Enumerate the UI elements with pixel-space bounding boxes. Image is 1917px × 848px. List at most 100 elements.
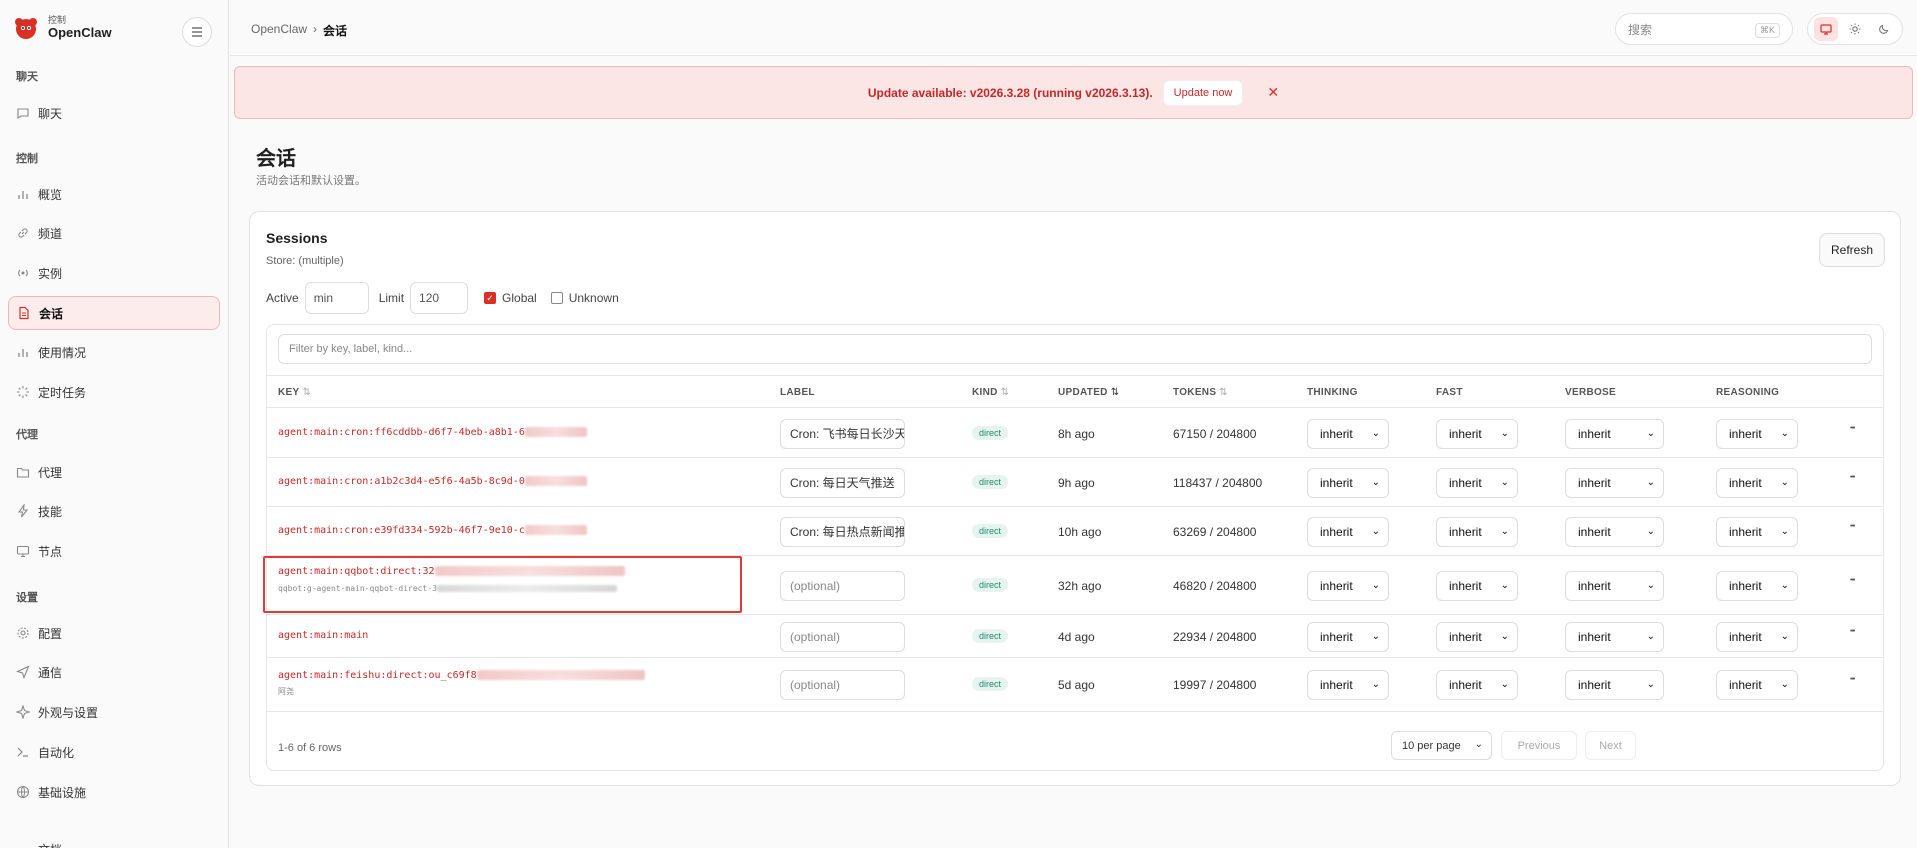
label-input[interactable]: Cron: 每日天气推送 [780,467,905,498]
thinking-select[interactable]: inherit ⌄ [1307,621,1389,652]
more-actions-icon[interactable]: ••• [1850,577,1855,584]
sidebar-item-2-0[interactable]: 代理 [8,455,220,489]
fast-select[interactable]: inherit ⌄ [1436,621,1518,652]
sidebar-item-3-2[interactable]: 外观与设置 [8,695,220,729]
label-input[interactable]: (optional) [780,570,905,601]
session-key-link[interactable]: agent:main:feishu:direct:ou_c69f8 [278,670,645,681]
sidebar-item-1-5[interactable]: 定时任务 [8,375,220,409]
thinking-select[interactable]: inherit ⌄ [1307,516,1389,547]
session-key-text: agent:main:cron:e39fd334-592b-46f7-9e10-… [278,524,525,536]
limit-input[interactable]: 120 [410,282,469,314]
sidebar-item-0-0[interactable]: 聊天 [8,96,220,130]
verbose-select[interactable]: inherit ⌄ [1565,621,1664,652]
verbose-select[interactable]: inherit ⌄ [1565,670,1664,700]
table-row[interactable]: agent:main:main (optional) direct 4d ago 229… [267,615,1883,658]
sidebar-section-header[interactable]: 聊天 [16,68,210,84]
active-input[interactable]: min [304,282,369,314]
session-key-cell[interactable]: agent:main:cron:a1b2c3d4-e5f6-4a5b-8c9d-… [278,475,587,487]
breadcrumb-root[interactable]: OpenClaw [251,22,307,39]
theme-dark-button[interactable] [1872,17,1896,41]
brand[interactable]: 控制 OpenClaw [12,14,112,42]
more-actions-icon[interactable]: ••• [1850,425,1855,432]
sidebar-item-1-3[interactable]: 会话 [8,296,220,330]
session-key-link[interactable]: agent:main:main [278,630,368,641]
sidebar-item-3-3[interactable]: 自动化 [8,735,220,769]
thinking-select[interactable]: inherit ⌄ [1307,570,1389,601]
sidebar-section-header[interactable]: 设置 [16,589,210,605]
thinking-select[interactable]: inherit ⌄ [1307,670,1389,700]
sidebar-item-1-4[interactable]: 使用情况 [8,335,220,369]
label-input[interactable]: (optional) [780,670,905,700]
table-row[interactable]: agent:main:qqbot:direct:32 qqbot:g-agent-… [263,556,1883,615]
header-kind[interactable]: KIND ⇅ [972,387,1009,398]
label-input[interactable]: Cron: 飞书每日长沙天 [780,418,905,449]
search-shortcut: ⌘K [1754,23,1780,38]
per-page-select[interactable]: 10 per page ⌄ [1391,731,1492,760]
verbose-select[interactable]: inherit ⌄ [1565,418,1664,449]
session-key-cell[interactable]: agent:main:cron:ff6cddbb-d6f7-4beb-a8b1-… [278,426,587,438]
refresh-button[interactable]: Refresh [1819,233,1885,267]
theme-light-button[interactable] [1843,17,1867,41]
session-key-link[interactable]: agent:main:cron:ff6cddbb-d6f7-4beb-a8b1-… [278,426,587,438]
tokens-text: 118437 / 204800 [1173,475,1263,490]
sidebar-item-2-2[interactable]: 节点 [8,534,220,568]
label-input[interactable]: (optional) [780,621,905,652]
header-tokens[interactable]: TOKENS ⇅ [1173,387,1228,398]
table-row[interactable]: agent:main:cron:ff6cddbb-d6f7-4beb-a8b1-… [267,409,1883,458]
table-row[interactable]: agent:main:feishu:direct:ou_c69f8 阿尧 (opti… [267,658,1883,712]
verbose-select[interactable]: inherit ⌄ [1565,570,1664,601]
session-key-link[interactable]: agent:main:cron:a1b2c3d4-e5f6-4a5b-8c9d-… [278,475,587,487]
sidebar-item-1-1[interactable]: 频道 [8,216,220,250]
fast-select[interactable]: inherit ⌄ [1436,467,1518,498]
reasoning-select[interactable]: inherit ⌄ [1716,570,1798,601]
more-actions-icon[interactable]: ••• [1850,523,1855,530]
more-actions-icon[interactable]: ••• [1850,474,1855,481]
sidebar-section-header[interactable]: 控制 [16,150,210,166]
reasoning-select[interactable]: inherit ⌄ [1716,670,1798,700]
thinking-select[interactable]: inherit ⌄ [1307,467,1389,498]
session-key-cell[interactable]: agent:main:main [278,630,368,641]
sidebar-item-3-0[interactable]: 配置 [8,616,220,650]
session-key-link[interactable]: agent:main:cron:e39fd334-592b-46f7-9e10-… [278,524,587,536]
verbose-value: inherit [1578,426,1611,441]
fast-select[interactable]: inherit ⌄ [1436,516,1518,547]
sidebar-item-3-1[interactable]: 通信 [8,655,220,689]
fast-select[interactable]: inherit ⌄ [1436,418,1518,449]
sidebar-item-docs[interactable]: 文档 [8,832,220,848]
close-icon[interactable]: ✕ [1267,84,1279,101]
verbose-select[interactable]: inherit ⌄ [1565,467,1664,498]
theme-system-button[interactable] [1814,17,1839,41]
sidebar-item-1-2[interactable]: 实例 [8,256,220,290]
label-input[interactable]: Cron: 每日热点新闻推 [780,516,905,547]
sidebar-section-header[interactable]: 代理 [16,426,210,442]
reasoning-select[interactable]: inherit ⌄ [1716,621,1798,652]
fast-select[interactable]: inherit ⌄ [1436,570,1518,601]
sidebar-item-2-1[interactable]: 技能 [8,494,220,528]
more-actions-icon[interactable]: ••• [1850,628,1855,635]
fast-select[interactable]: inherit ⌄ [1436,670,1518,700]
reasoning-select[interactable]: inherit ⌄ [1716,418,1798,449]
header-updated[interactable]: UPDATED ⇅ [1058,387,1119,398]
sidebar-item-1-0[interactable]: 概览 [8,177,220,211]
search-input[interactable]: 搜索 ⌘K [1615,13,1793,45]
reasoning-select[interactable]: inherit ⌄ [1716,467,1798,498]
previous-button[interactable]: Previous [1501,731,1577,760]
table-filter-input[interactable]: Filter by key, label, kind... [278,334,1872,364]
session-key-cell[interactable]: agent:main:feishu:direct:ou_c69f8 阿尧 [278,670,645,697]
more-actions-icon[interactable]: ••• [1850,676,1855,683]
global-checkbox[interactable]: ✓ [484,292,497,304]
header-key[interactable]: KEY ⇅ [278,387,311,398]
reasoning-select[interactable]: inherit ⌄ [1716,516,1798,547]
thinking-select[interactable]: inherit ⌄ [1307,418,1389,449]
sidebar-item-label: 定时任务 [38,385,87,400]
unknown-checkbox[interactable] [550,292,563,304]
sidebar-item-3-4[interactable]: 基础设施 [8,775,220,809]
sidebar-item-label: 聊天 [38,106,63,121]
table-row[interactable]: agent:main:cron:a1b2c3d4-e5f6-4a5b-8c9d-… [267,458,1883,507]
update-now-button[interactable]: Update now [1162,79,1244,106]
next-button[interactable]: Next [1585,731,1636,760]
sidebar-toggle-button[interactable] [182,17,212,47]
session-key-cell[interactable]: agent:main:cron:e39fd334-592b-46f7-9e10-… [278,524,587,536]
table-row[interactable]: agent:main:cron:e39fd334-592b-46f7-9e10-… [267,507,1883,556]
verbose-select[interactable]: inherit ⌄ [1565,516,1664,547]
